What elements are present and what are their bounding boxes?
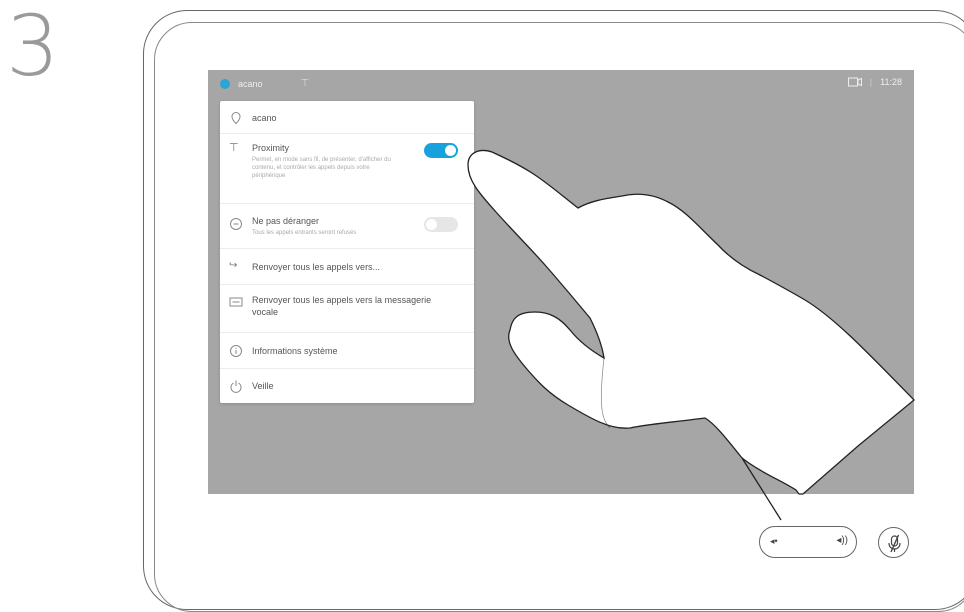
volume-control[interactable]: ◂• ◂)) xyxy=(759,526,857,558)
pointing-hand-illustration xyxy=(467,149,915,521)
mute-microphone-button[interactable] xyxy=(878,527,909,558)
microphone-muted-icon xyxy=(888,534,901,553)
volume-up-icon[interactable]: ◂)) xyxy=(836,535,848,546)
volume-down-icon[interactable]: ◂• xyxy=(770,536,778,547)
